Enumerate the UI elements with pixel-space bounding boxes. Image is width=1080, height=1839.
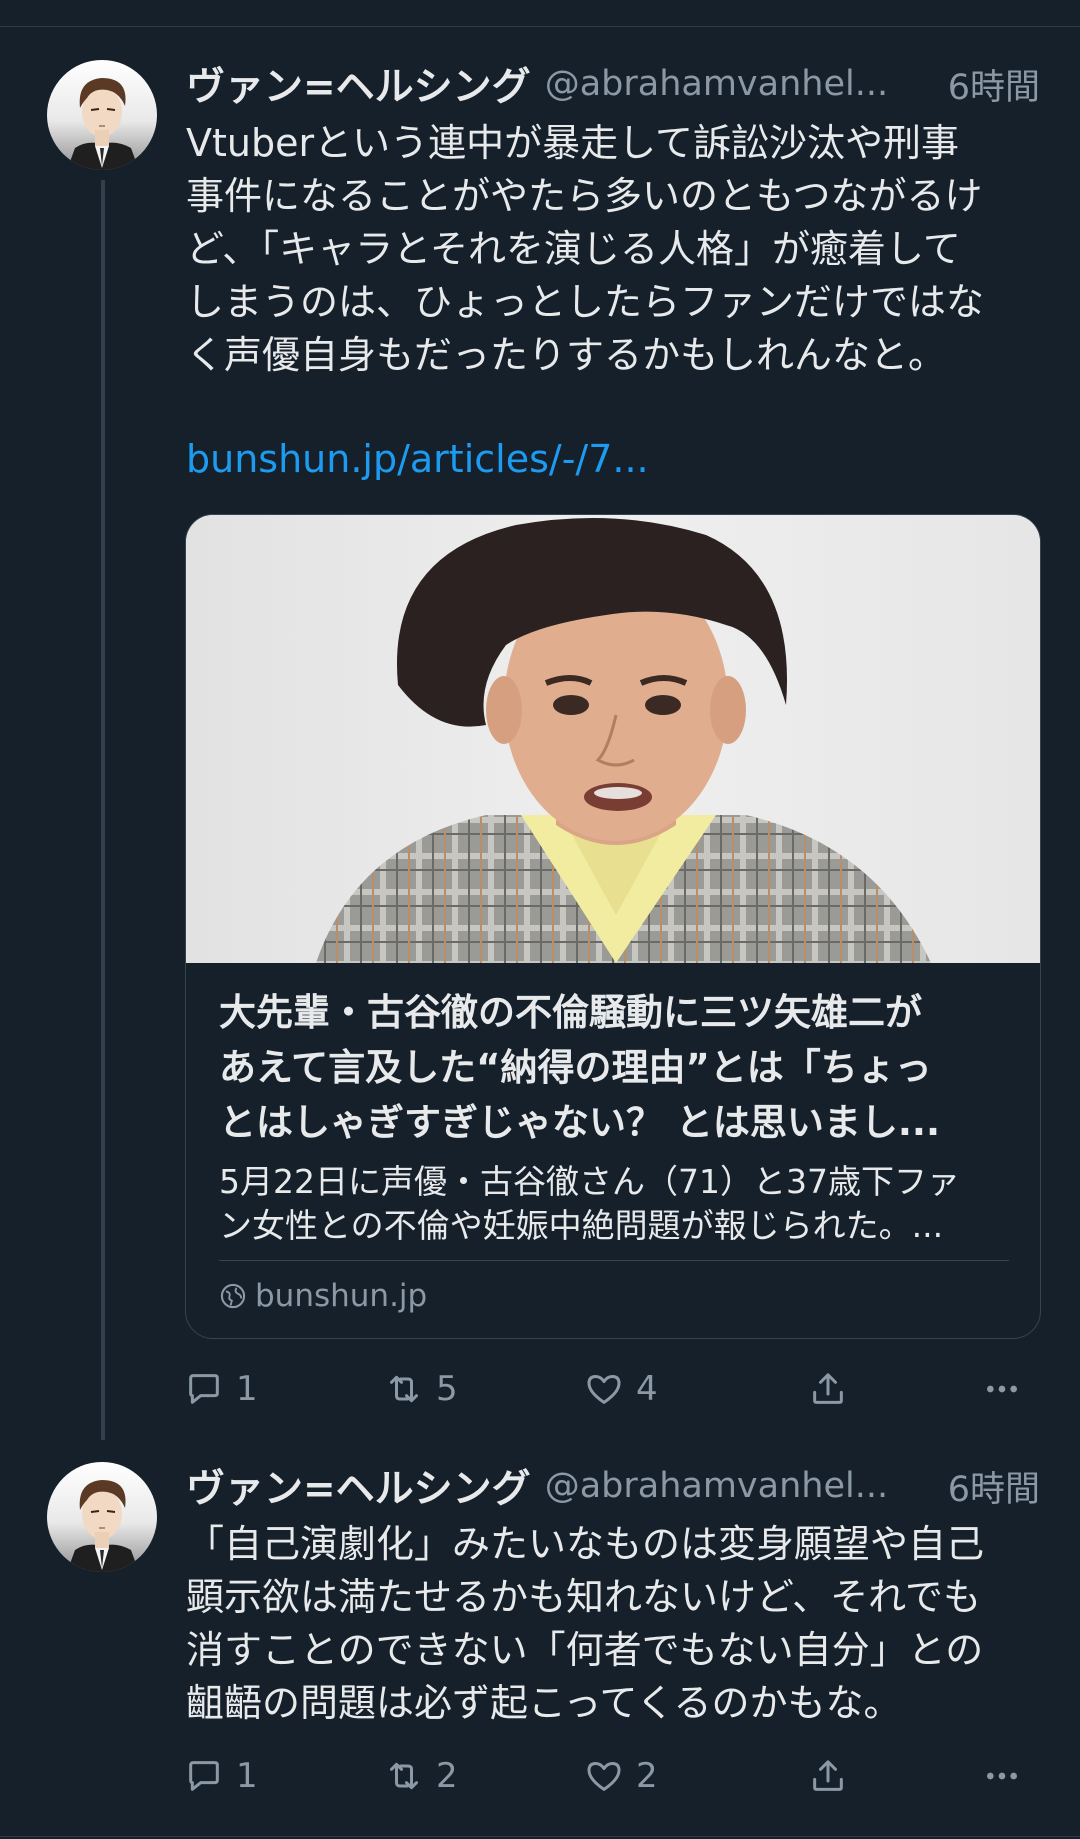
tweet-header: ヴァン=ヘルシング @abrahamvanhel... 6時間 — [186, 56, 1040, 112]
more-button[interactable] — [980, 1751, 1036, 1801]
card-image[interactable] — [186, 515, 1040, 963]
timestamp[interactable]: 6時間 — [948, 59, 1040, 110]
tweet-text-line: く声優自身もだったりするかもしれんなと。 — [186, 333, 947, 377]
article-link[interactable]: bunshun.jp/articles/-/7... — [186, 437, 649, 481]
like-button[interactable]: 2 — [584, 1751, 658, 1801]
retweet-button[interactable]: 2 — [384, 1751, 458, 1801]
card-title-line: とはしゃぎすぎじゃない？ とは思いまし... — [219, 1101, 941, 1144]
tweet-text-line: しまうのは、ひょっとしたらファンだけではな — [186, 280, 985, 324]
like-count: 4 — [636, 1369, 658, 1409]
tweet-text: 「自己演劇化」みたいなものは変身願望や自己 顕示欲は満たせるかも知れないけど、そ… — [186, 1518, 1046, 1730]
share-button[interactable] — [808, 1364, 860, 1414]
reply-count: 1 — [236, 1369, 258, 1409]
card-photo — [186, 515, 1040, 963]
card-description: 5月22日に声優・古谷徹さん（71）と37歳下ファ ン女性との不倫や妊娠中絶問題… — [219, 1160, 1019, 1248]
timestamp[interactable]: 6時間 — [948, 1461, 1040, 1512]
card-description-line: ン女性との不倫や妊娠中絶問題が報じられた。... — [219, 1206, 944, 1245]
retweet-count: 2 — [436, 1756, 458, 1796]
tweet-text-line: 齟齬の問題は必ず起こってくるのかもな。 — [186, 1681, 902, 1725]
globe-icon — [220, 1283, 246, 1309]
tweet-2[interactable]: ヴァン=ヘルシング @abrahamvanhel... 6時間 「自己演劇化」み… — [0, 1440, 1080, 1836]
retweet-button[interactable]: 5 — [384, 1364, 458, 1414]
share-icon — [813, 1760, 843, 1791]
user-handle[interactable]: @abrahamvanhel... — [545, 64, 924, 104]
tweet-text-line: 消すことのできない「何者でもない自分」との — [186, 1628, 984, 1672]
share-button[interactable] — [808, 1751, 860, 1801]
retweet-count: 5 — [436, 1369, 458, 1409]
bottom-divider — [0, 1836, 1080, 1837]
reply-button[interactable]: 1 — [184, 1364, 258, 1414]
display-name[interactable]: ヴァン=ヘルシング — [186, 1458, 531, 1514]
display-name[interactable]: ヴァン=ヘルシング — [186, 56, 531, 112]
tweet-text-line: ど、「キャラとそれを演じる人格」が癒着して — [186, 227, 961, 271]
card-domain-text: bunshun.jp — [255, 1278, 428, 1314]
share-icon — [813, 1373, 843, 1404]
tweet-header: ヴァン=ヘルシング @abrahamvanhel... 6時間 — [186, 1458, 1040, 1514]
retweet-icon — [390, 1762, 418, 1790]
card-domain: bunshun.jp — [219, 1278, 427, 1314]
like-count: 2 — [636, 1756, 658, 1796]
tweet-text-line: 顕示欲は満たせるかも知れないけど、それでも — [186, 1575, 981, 1619]
card-title-line: あえて言及した“納得の理由”とは「ちょっ — [219, 1046, 932, 1089]
tweet-1[interactable]: ヴァン=ヘルシング @abrahamvanhel... 6時間 Vtuberとい… — [0, 0, 1080, 1440]
like-icon — [587, 1762, 621, 1791]
more-icon — [987, 1385, 1017, 1393]
tweet-actions: 1 5 4 — [184, 1364, 1034, 1414]
more-button[interactable] — [980, 1364, 1036, 1414]
card-title[interactable]: 大先輩・古谷徹の不倫騒動に三ツ矢雄二が あえて言及した“納得の理由”とは「ちょっ… — [219, 985, 1019, 1150]
like-icon — [587, 1375, 621, 1404]
reply-button[interactable]: 1 — [184, 1751, 258, 1801]
reply-count: 1 — [236, 1756, 258, 1796]
retweet-icon — [390, 1375, 418, 1403]
tweet-actions: 1 2 2 — [184, 1751, 1034, 1801]
avatar[interactable] — [47, 60, 157, 170]
link-card[interactable]: 大先輩・古谷徹の不倫騒動に三ツ矢雄二が あえて言及した“納得の理由”とは「ちょっ… — [185, 514, 1041, 1339]
reply-icon — [189, 1374, 219, 1404]
reply-icon — [189, 1761, 219, 1791]
user-handle[interactable]: @abrahamvanhel... — [545, 1466, 924, 1506]
thread-line — [101, 180, 105, 1440]
like-button[interactable]: 4 — [584, 1364, 658, 1414]
card-divider — [219, 1260, 1009, 1261]
tweet-text-line: 事件になることがやたら多いのともつながるけ — [186, 174, 983, 218]
avatar-illustration — [67, 78, 139, 170]
card-description-line: 5月22日に声優・古谷徹さん（71）と37歳下ファ — [219, 1162, 960, 1201]
avatar-illustration — [67, 1480, 139, 1572]
tweet-text-line: Vtuberという連中が暴走して訴訟沙汰や刑事 — [186, 121, 959, 165]
tweet-text-line: 「自己演劇化」みたいなものは変身願望や自己 — [186, 1522, 985, 1566]
avatar[interactable] — [47, 1462, 157, 1572]
tweet-text: Vtuberという連中が暴走して訴訟沙汰や刑事 事件になることがやたら多いのとも… — [186, 117, 1046, 382]
card-title-line: 大先輩・古谷徹の不倫騒動に三ツ矢雄二が — [219, 991, 922, 1034]
more-icon — [987, 1772, 1017, 1780]
